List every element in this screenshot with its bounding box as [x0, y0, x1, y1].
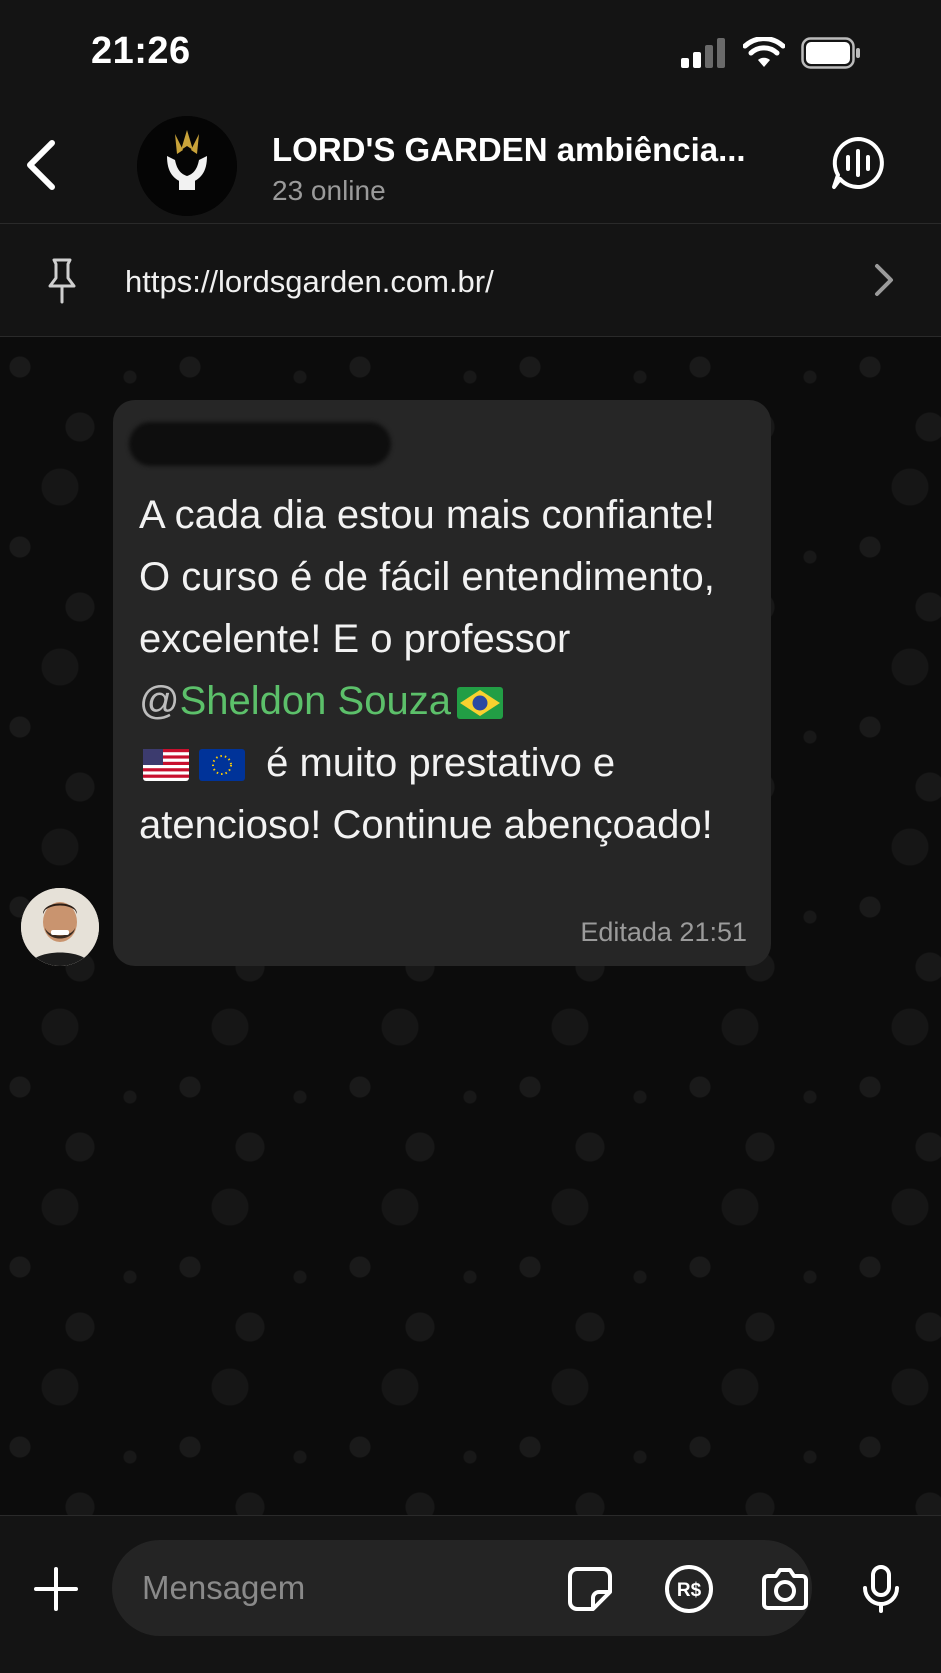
- sticker-icon[interactable]: [565, 1564, 615, 1614]
- message-text-part: A cada dia estou mais confiante! O curso…: [139, 493, 715, 661]
- brazil-flag-icon: [456, 687, 503, 720]
- payment-label: R$: [677, 1580, 702, 1601]
- group-avatar[interactable]: [137, 116, 237, 216]
- status-bar: 21:26: [0, 0, 941, 105]
- voice-chat-icon[interactable]: [828, 133, 888, 193]
- chat-title[interactable]: LORD'S GARDEN ambiência...: [272, 131, 772, 169]
- mention-link[interactable]: Sheldon Souza: [180, 679, 451, 723]
- pin-icon: [48, 258, 76, 304]
- back-chevron-icon[interactable]: [22, 137, 62, 193]
- message-bubble[interactable]: A cada dia estou mais confiante! O curso…: [113, 400, 771, 966]
- input-bar: R$: [0, 1515, 941, 1673]
- battery-icon: [801, 37, 860, 69]
- chevron-right-icon: [875, 264, 893, 296]
- payment-icon[interactable]: R$: [664, 1564, 714, 1614]
- status-time: 21:26: [91, 30, 191, 72]
- wifi-icon: [743, 37, 785, 67]
- microphone-icon[interactable]: [856, 1564, 906, 1614]
- chat-header: LORD'S GARDEN ambiência... 23 online: [0, 105, 941, 224]
- lords-garden-logo: [137, 116, 237, 216]
- mention-at: @: [139, 679, 180, 723]
- chat-area[interactable]: A cada dia estou mais confiante! O curso…: [0, 337, 941, 1515]
- edited-timestamp: Editada 21:51: [580, 917, 747, 947]
- sender-avatar[interactable]: [21, 888, 99, 966]
- chat-subtitle: 23 online: [272, 175, 386, 206]
- plus-icon[interactable]: [33, 1566, 79, 1612]
- pinned-link[interactable]: https://lordsgarden.com.br/: [125, 264, 494, 300]
- message-text: A cada dia estou mais confiante! O curso…: [139, 484, 749, 856]
- eu-flag-icon: [199, 749, 245, 782]
- redacted-sender-name: [129, 422, 391, 466]
- pinned-message-bar[interactable]: https://lordsgarden.com.br/: [0, 224, 941, 337]
- camera-icon[interactable]: [760, 1564, 810, 1614]
- cellular-signal-icon: [681, 38, 725, 68]
- usa-flag-icon: [143, 749, 189, 782]
- status-icons: [681, 36, 861, 70]
